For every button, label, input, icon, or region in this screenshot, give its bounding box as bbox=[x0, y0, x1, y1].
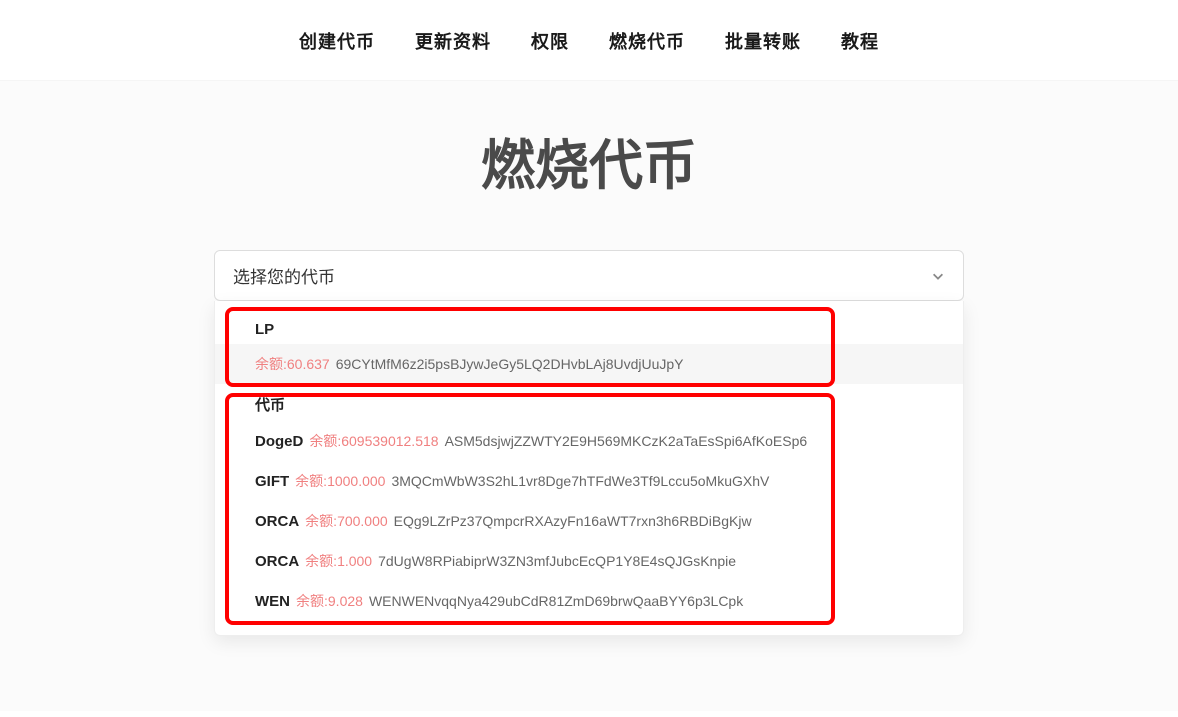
option-address: 3MQCmWbW3S2hL1vr8Dge7hTFdWe3Tf9Lccu5oMku… bbox=[391, 473, 769, 489]
nav-batch-transfer[interactable]: 批量转账 bbox=[725, 28, 801, 54]
nav-burn-token[interactable]: 燃烧代币 bbox=[609, 28, 685, 54]
page-content: 燃烧代币 选择您的代币 LP 余额:60.637 69CYtMfM6z2i5ps… bbox=[0, 81, 1178, 711]
nav-create-token[interactable]: 创建代币 bbox=[299, 28, 375, 54]
option-balance: 余额:60.637 bbox=[255, 354, 330, 374]
token-select-placeholder: 选择您的代币 bbox=[233, 263, 335, 288]
dropdown-group-lp: LP bbox=[215, 311, 963, 344]
option-name: GIFT bbox=[255, 473, 289, 490]
dropdown-option[interactable]: ORCA 余额:700.000 EQg9LZrPz37QmpcrRXAzyFn1… bbox=[215, 501, 963, 541]
option-address: 7dUgW8RPiabiprW3ZN3mfJubcEcQP1Y8E4sQJGsK… bbox=[378, 553, 736, 569]
dropdown-option[interactable]: 余额:60.637 69CYtMfM6z2i5psBJywJeGy5LQ2DHv… bbox=[215, 344, 963, 384]
option-balance: 余额:609539012.518 bbox=[309, 431, 438, 451]
option-name: DogeD bbox=[255, 433, 303, 450]
chevron-down-icon bbox=[931, 269, 945, 283]
option-name: WEN bbox=[255, 593, 290, 610]
dropdown-option[interactable]: DogeD 余额:609539012.518 ASM5dsjwjZZWTY2E9… bbox=[215, 421, 963, 461]
option-name: ORCA bbox=[255, 513, 299, 530]
nav-permission[interactable]: 权限 bbox=[531, 28, 569, 54]
dropdown-option[interactable]: GIFT 余额:1000.000 3MQCmWbW3S2hL1vr8Dge7hT… bbox=[215, 461, 963, 501]
option-name: ORCA bbox=[255, 553, 299, 570]
token-select[interactable]: 选择您的代币 bbox=[214, 250, 964, 301]
option-address: EQg9LZrPz37QmpcrRXAzyFn16aWT7rxn3h6RBDiB… bbox=[394, 513, 752, 529]
dropdown-option[interactable]: WEN 余额:9.028 WENWENvqqNya429ubCdR81ZmD69… bbox=[215, 581, 963, 621]
dropdown-option[interactable]: ORCA 余额:1.000 7dUgW8RPiabiprW3ZN3mfJubcE… bbox=[215, 541, 963, 581]
nav-tutorial[interactable]: 教程 bbox=[841, 28, 879, 54]
option-address: WENWENvqqNya429ubCdR81ZmD69brwQaaBYY6p3L… bbox=[369, 593, 743, 609]
page-title: 燃烧代币 bbox=[0, 121, 1178, 200]
option-balance: 余额:1000.000 bbox=[295, 471, 385, 491]
option-balance: 余额:1.000 bbox=[305, 551, 372, 571]
option-balance: 余额:700.000 bbox=[305, 511, 388, 531]
dropdown-group-tokens: 代币 bbox=[215, 384, 963, 421]
option-address: 69CYtMfM6z2i5psBJywJeGy5LQ2DHvbLAj8UvdjU… bbox=[336, 356, 684, 372]
token-dropdown-panel: LP 余额:60.637 69CYtMfM6z2i5psBJywJeGy5LQ2… bbox=[214, 301, 964, 636]
top-nav: 创建代币 更新资料 权限 燃烧代币 批量转账 教程 bbox=[0, 0, 1178, 81]
token-select-container: 选择您的代币 LP 余额:60.637 69CYtMfM6z2i5psBJywJ… bbox=[214, 250, 964, 636]
option-balance: 余额:9.028 bbox=[296, 591, 363, 611]
nav-update-info[interactable]: 更新资料 bbox=[415, 28, 491, 54]
option-address: ASM5dsjwjZZWTY2E9H569MKCzK2aTaEsSpi6AfKo… bbox=[445, 433, 808, 449]
